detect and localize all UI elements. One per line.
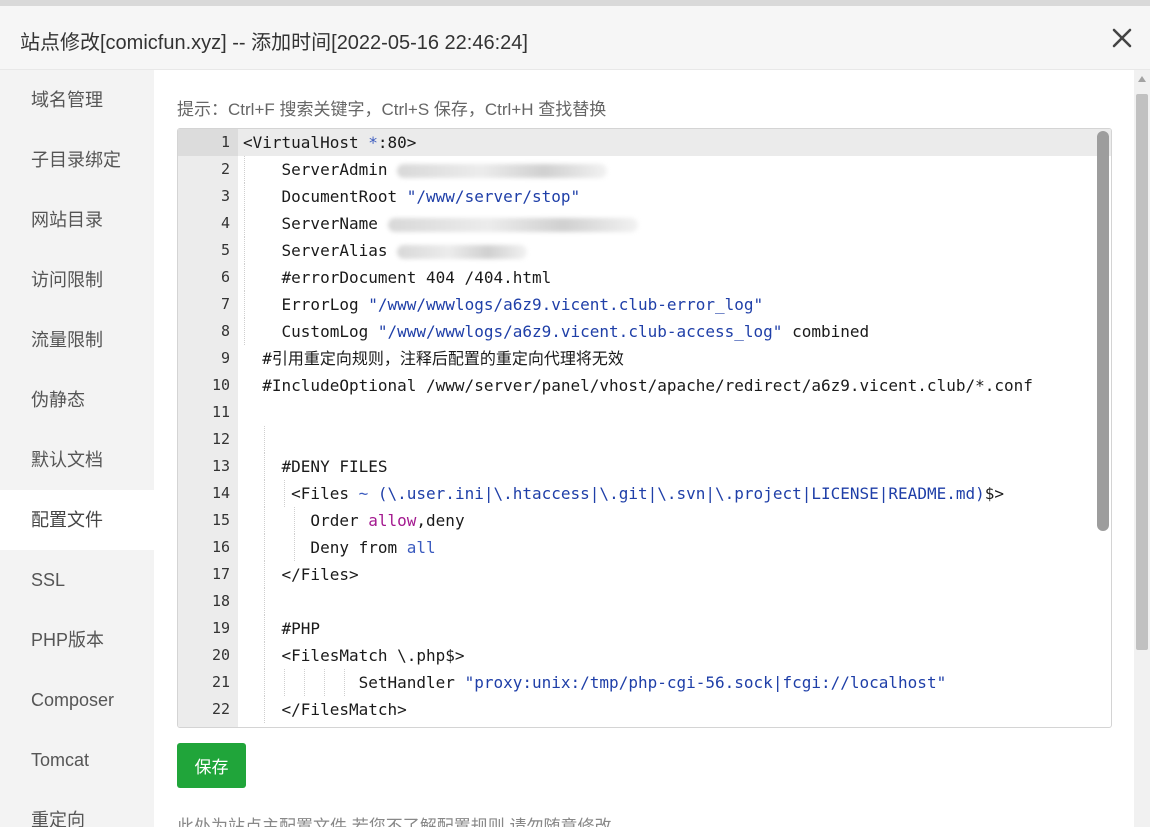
dialog-title: 站点修改[comicfun.xyz] -- 添加时间[2022-05-16 22…	[20, 32, 528, 54]
sidebar-item-php-version[interactable]: PHP版本	[0, 610, 154, 670]
shortcut-tip: 提示：Ctrl+F 搜索关键字，Ctrl+S 保存，Ctrl+H 查找替换	[177, 100, 607, 119]
line-number: 21	[211, 673, 230, 691]
code-line[interactable]: 5 ServerAlias	[178, 237, 1111, 264]
code-text: <Files ~ (\.user.ini|\.htaccess|\.git|\.…	[243, 484, 1005, 503]
code-line[interactable]: 7 ErrorLog "/www/wwwlogs/a6z9.vicent.clu…	[178, 291, 1111, 318]
code-text: Order allow,deny	[243, 511, 465, 530]
sidebar-item-config-file[interactable]: 配置文件	[0, 490, 154, 550]
code-text: CustomLog "/www/wwwlogs/a6z9.vicent.club…	[243, 322, 870, 341]
code-line[interactable]: 3 DocumentRoot "/www/server/stop"	[178, 183, 1111, 210]
code-line[interactable]: 8 CustomLog "/www/wwwlogs/a6z9.vicent.cl…	[178, 318, 1111, 345]
sidebar-item-tomcat[interactable]: Tomcat	[0, 730, 154, 790]
code-text: </FilesMatch>	[243, 700, 407, 719]
line-number: 15	[211, 511, 230, 529]
code-text: ServerAdmin	[243, 156, 608, 183]
line-number: 5	[220, 241, 230, 259]
config-warning-note: 此处为站点主配置文件,若您不了解配置规则,请勿随意修改.	[177, 817, 617, 827]
save-button[interactable]: 保存	[177, 743, 246, 788]
line-number: 3	[220, 187, 230, 205]
code-text: <FilesMatch \.php$>	[243, 646, 465, 665]
code-line[interactable]: 20 <FilesMatch \.php$>	[178, 642, 1111, 669]
code-line[interactable]: 9 #引用重定向规则，注释后配置的重定向代理将无效	[178, 345, 1111, 372]
line-number: 1	[178, 129, 238, 156]
page-scrollbar[interactable]	[1134, 70, 1150, 827]
code-line[interactable]: 2 ServerAdmin	[178, 156, 1111, 183]
code-text: <VirtualHost *:80>	[243, 133, 417, 152]
line-number: 6	[220, 268, 230, 286]
line-number: 13	[211, 457, 230, 475]
code-text: </Files>	[243, 565, 359, 584]
line-number: 16	[211, 538, 230, 556]
code-text: ServerAlias	[243, 237, 528, 264]
code-text: ErrorLog "/www/wwwlogs/a6z9.vicent.club-…	[243, 295, 764, 314]
code-line[interactable]: 22 </FilesMatch>	[178, 696, 1111, 723]
page-scrollbar-thumb[interactable]	[1136, 94, 1148, 650]
main-panel: 提示：Ctrl+F 搜索关键字，Ctrl+S 保存，Ctrl+H 查找替换 1 <…	[154, 70, 1134, 827]
sidebar-item-ssl[interactable]: SSL	[0, 550, 154, 610]
code-line[interactable]: 13 #DENY FILES	[178, 453, 1111, 480]
redacted-text	[397, 244, 528, 259]
line-number: 10	[211, 376, 230, 394]
line-number: 17	[211, 565, 230, 583]
line-number: 7	[220, 295, 230, 313]
code-line[interactable]: 17 </Files>	[178, 561, 1111, 588]
code-text: SetHandler "proxy:unix:/tmp/php-cgi-56.s…	[243, 673, 947, 692]
code-line[interactable]: 10 #IncludeOptional /www/server/panel/vh…	[178, 372, 1111, 399]
scroll-up-arrow-icon[interactable]	[1138, 76, 1146, 82]
editor-lines[interactable]: 1 <VirtualHost *:80> 2 ServerAdmin 3 Docu…	[178, 129, 1111, 723]
line-number: 18	[211, 592, 230, 610]
redacted-text	[387, 217, 638, 232]
code-line[interactable]: 15 Order allow,deny	[178, 507, 1111, 534]
code-text: #DENY FILES	[243, 457, 388, 476]
line-number: 2	[220, 160, 230, 178]
code-line[interactable]: 1 <VirtualHost *:80>	[178, 129, 1111, 156]
line-number: 22	[211, 700, 230, 718]
code-text: #引用重定向规则，注释后配置的重定向代理将无效	[243, 349, 624, 368]
line-number: 9	[220, 349, 230, 367]
close-icon	[1112, 28, 1132, 48]
code-text: #errorDocument 404 /404.html	[243, 268, 552, 287]
code-text: ServerName	[243, 210, 638, 237]
line-number: 14	[211, 484, 230, 502]
line-number: 19	[211, 619, 230, 637]
code-text: #PHP	[243, 619, 321, 638]
line-number: 4	[220, 214, 230, 232]
sidebar-item-rewrite[interactable]: 伪静态	[0, 370, 154, 430]
code-line[interactable]: 14 <Files ~ (\.user.ini|\.htaccess|\.git…	[178, 480, 1111, 507]
code-line[interactable]: 16 Deny from all	[178, 534, 1111, 561]
code-line[interactable]: 19 #PHP	[178, 615, 1111, 642]
editor-scrollbar-thumb[interactable]	[1097, 131, 1109, 531]
code-line[interactable]: 12	[178, 426, 1111, 453]
line-number: 12	[211, 430, 230, 448]
sidebar-item-default-document[interactable]: 默认文档	[0, 430, 154, 490]
sidebar-item-site-directory[interactable]: 网站目录	[0, 190, 154, 250]
close-button[interactable]	[1108, 24, 1136, 52]
sidebar-item-composer[interactable]: Composer	[0, 670, 154, 730]
config-editor[interactable]: 1 <VirtualHost *:80> 2 ServerAdmin 3 Docu…	[177, 128, 1112, 728]
editor-scrollbar[interactable]	[1097, 131, 1109, 725]
line-number: 8	[220, 322, 230, 340]
dialog-header: 站点修改[comicfun.xyz] -- 添加时间[2022-05-16 22…	[0, 6, 1150, 70]
line-number: 20	[211, 646, 230, 664]
code-text: #IncludeOptional /www/server/panel/vhost…	[243, 376, 1033, 395]
code-text: DocumentRoot "/www/server/stop"	[243, 187, 581, 206]
sidebar-item-traffic-limit[interactable]: 流量限制	[0, 310, 154, 370]
sidebar-item-domain[interactable]: 域名管理	[0, 70, 154, 130]
redacted-text	[397, 163, 608, 178]
code-line[interactable]: 4 ServerName	[178, 210, 1111, 237]
code-line[interactable]: 18	[178, 588, 1111, 615]
code-line[interactable]: 11	[178, 399, 1111, 426]
sidebar-item-subdirectory[interactable]: 子目录绑定	[0, 130, 154, 190]
code-line[interactable]: 21 SetHandler "proxy:unix:/tmp/php-cgi-5…	[178, 669, 1111, 696]
sidebar-item-redirect[interactable]: 重定向	[0, 790, 154, 827]
code-text: Deny from all	[243, 538, 436, 557]
sidebar-item-access-limit[interactable]: 访问限制	[0, 250, 154, 310]
line-number: 11	[211, 403, 230, 421]
sidebar: 域名管理 子目录绑定 网站目录 访问限制 流量限制 伪静态 默认文档 配置文件 …	[0, 70, 154, 827]
code-line[interactable]: 6 #errorDocument 404 /404.html	[178, 264, 1111, 291]
